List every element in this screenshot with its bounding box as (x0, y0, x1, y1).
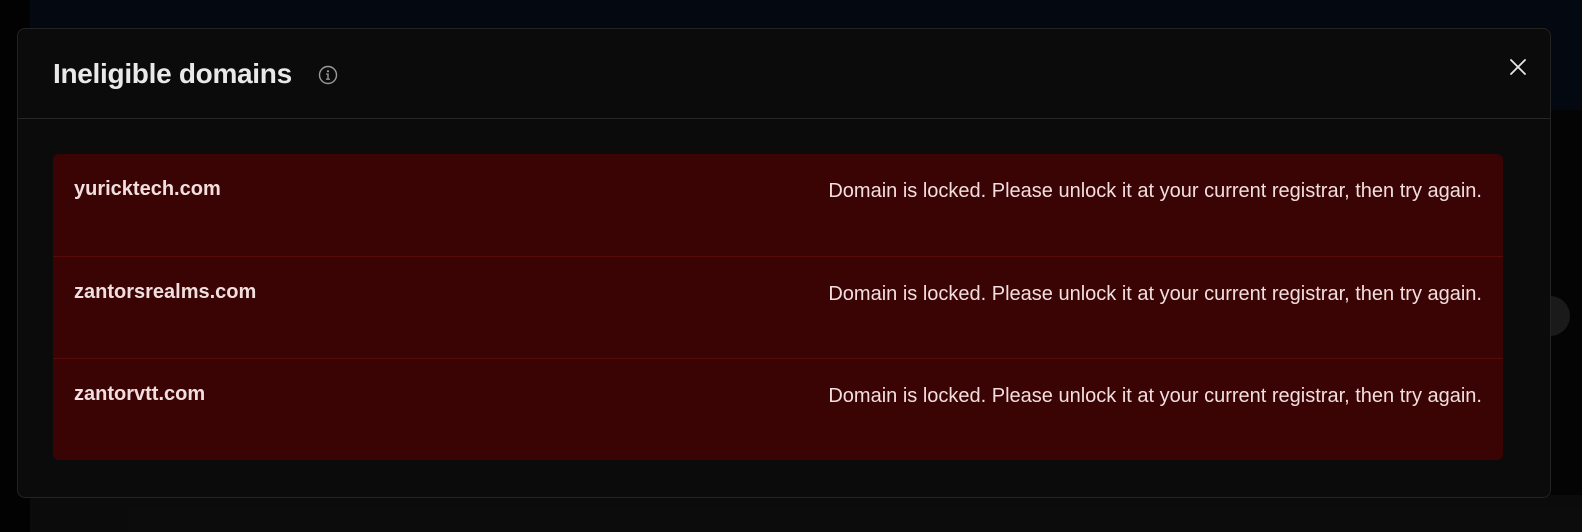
close-icon (1510, 59, 1526, 75)
modal-title: Ineligible domains (53, 58, 292, 89)
domain-name: zantorvtt.com (74, 383, 206, 405)
ineligible-domains-modal: Ineligible domains yuricktech.com Domain… (17, 28, 1551, 498)
modal-header: Ineligible domains (18, 29, 1550, 119)
domain-name: yuricktech.com (74, 178, 221, 200)
domain-reason: Domain is locked. Please unlock it at yo… (828, 385, 1482, 407)
domain-row: zantorsrealms.com Domain is locked. Plea… (53, 256, 1503, 358)
domain-name: zantorsrealms.com (74, 281, 257, 303)
close-button[interactable] (1506, 55, 1530, 79)
domain-row: zantorvtt.com Domain is locked. Please u… (53, 358, 1503, 460)
domain-reason: Domain is locked. Please unlock it at yo… (828, 283, 1482, 305)
ineligible-domain-list: yuricktech.com Domain is locked. Please … (53, 154, 1503, 460)
domain-reason: Domain is locked. Please unlock it at yo… (828, 180, 1482, 202)
domain-row: yuricktech.com Domain is locked. Please … (53, 154, 1503, 256)
info-circle-icon[interactable] (318, 65, 338, 85)
